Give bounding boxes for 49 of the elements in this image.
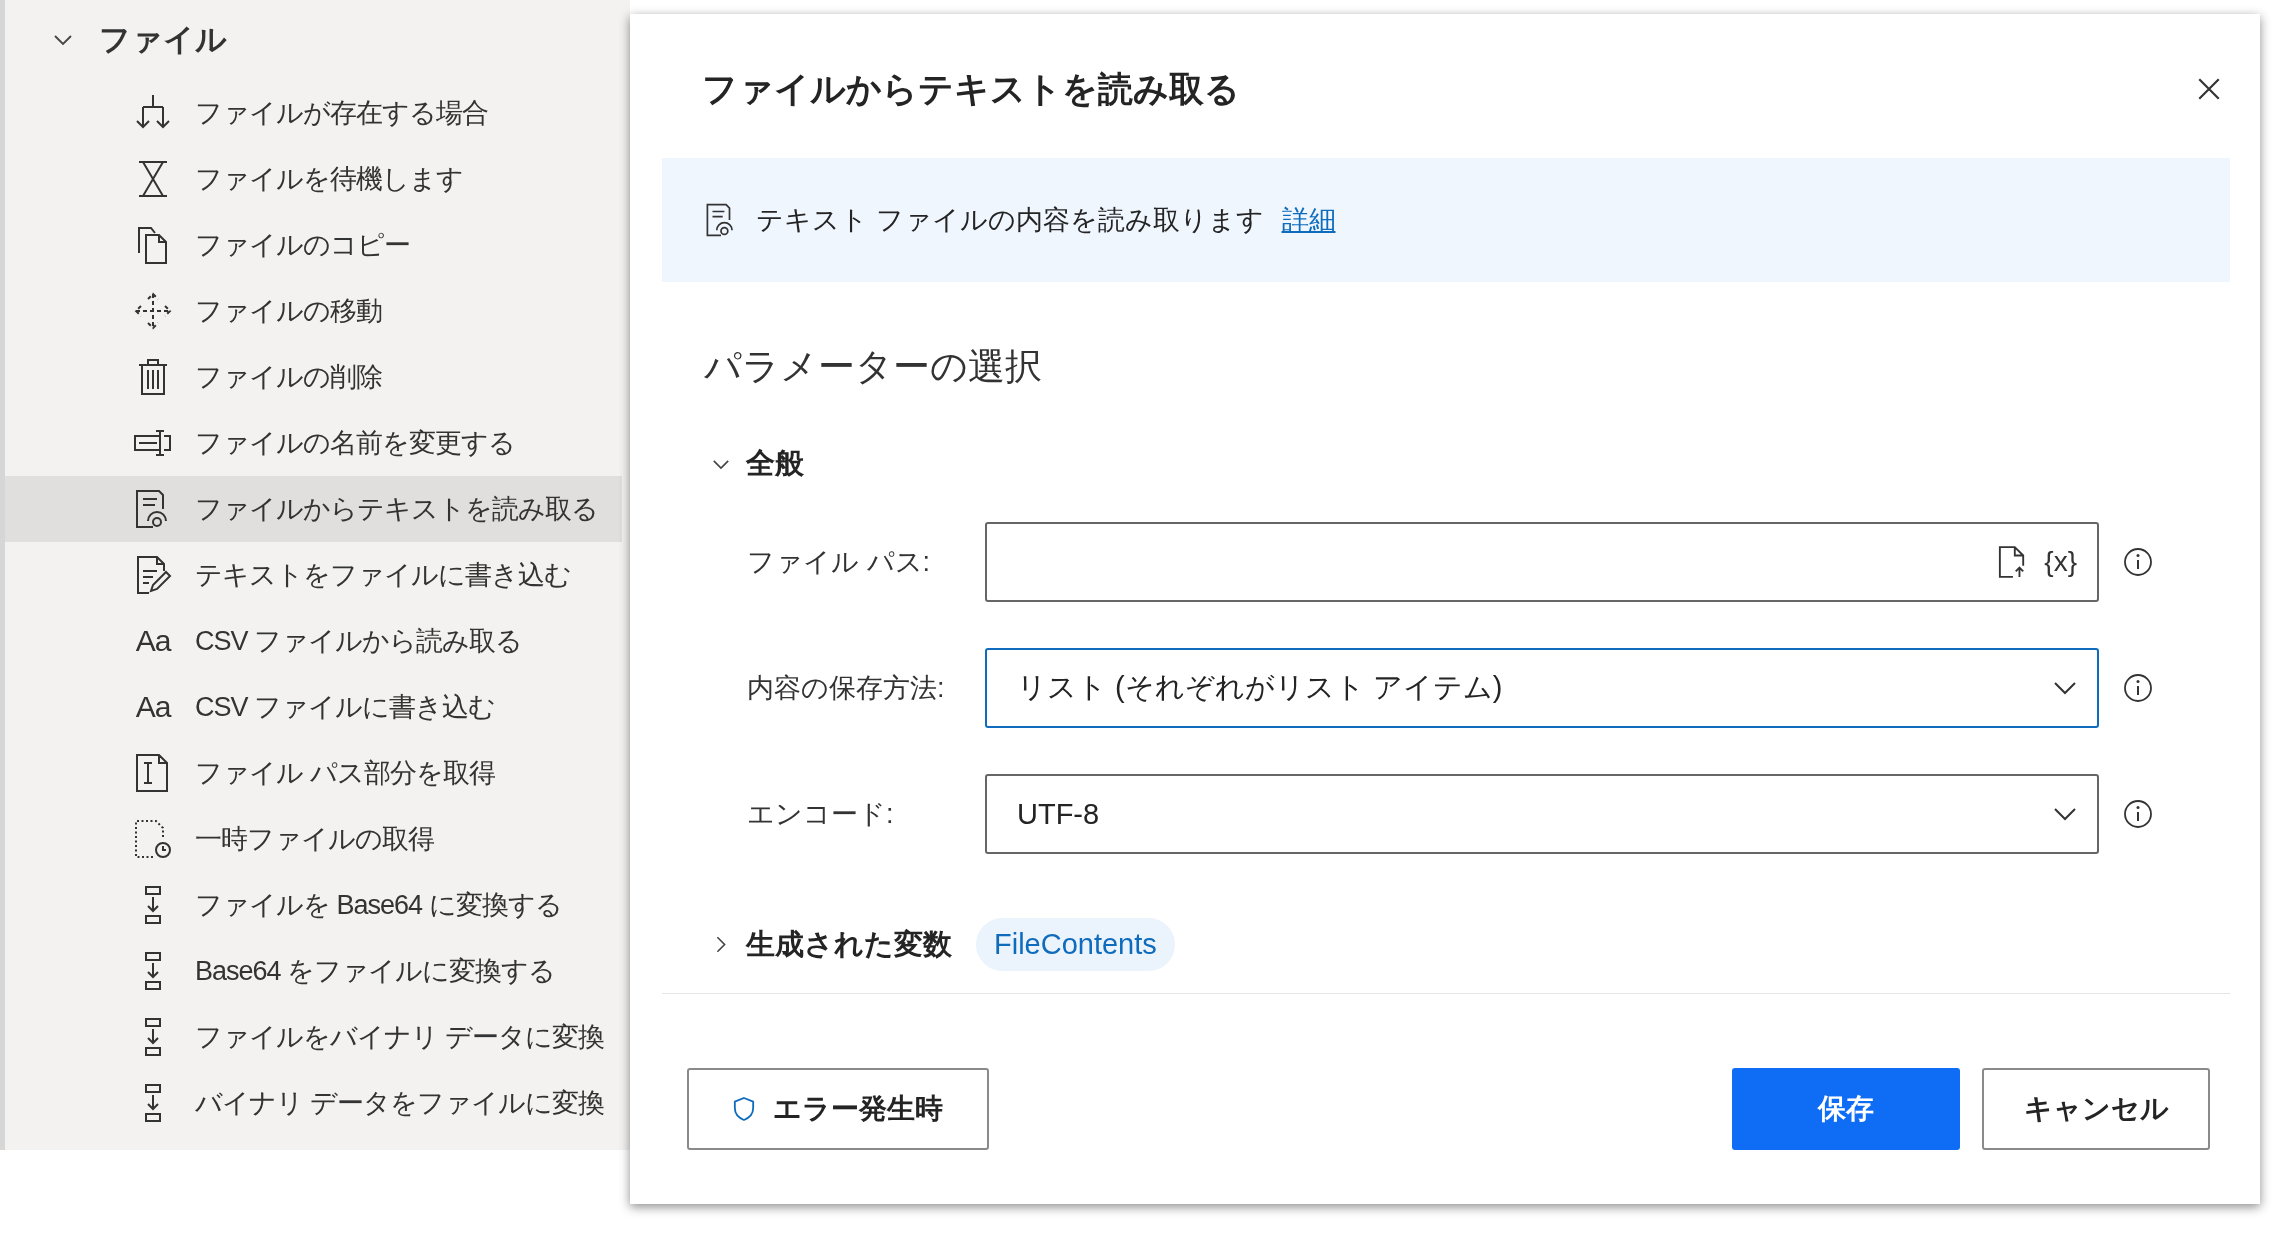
on-error-button[interactable]: エラー発生時 [687,1068,989,1150]
chevron-down-icon [2053,807,2077,821]
chevron-icon[interactable] [53,34,73,46]
action-item[interactable]: ファイルからテキストを読み取る [5,476,622,542]
file-upload-icon[interactable] [1998,545,2027,579]
action-item[interactable]: Aa CSV ファイルに書き込む [5,674,630,740]
save-button[interactable]: 保存 [1732,1068,1960,1150]
group-label[interactable]: 全般 [746,444,804,484]
temporary-file-icon [133,818,173,860]
chevron-icon[interactable] [712,458,730,470]
chevron-icon[interactable] [715,935,727,954]
section-heading: パラメーターの選択 [703,345,1043,389]
cancel-button[interactable]: キャンセル [1982,1068,2210,1150]
action-item[interactable]: ファイル パス部分を取得 [5,740,630,806]
action-item[interactable]: Aa CSV ファイルから読み取る [5,608,630,674]
chevron-down-icon [2053,681,2077,695]
action-item[interactable]: テキストをファイルに書き込む [5,542,630,608]
input-field[interactable]: {x} [985,522,2099,602]
dropdown-field[interactable]: リスト (それぞれがリスト アイテム) [985,648,2099,728]
group-label[interactable]: 生成された変数 [746,924,952,965]
action-item[interactable]: 一時ファイルの取得 [5,806,630,872]
action-item[interactable]: ファイルをバイナリ データに変換 [5,1004,630,1070]
insert-variable-button[interactable]: {x} [2044,546,2077,578]
description-text: テキスト ファイルの内容を読み取ります [756,204,1264,237]
action-item[interactable]: Base64 をファイルに変換する [5,938,630,1004]
dialog-title: ファイルからテキストを読み取る [702,67,1240,110]
text-style-icon: Aa [135,690,171,724]
details-link[interactable]: 詳細 [1281,202,1336,238]
action-item[interactable]: ファイルのコピー [5,212,630,278]
field-label: 内容の保存方法: [746,672,946,705]
action-item[interactable]: ファイルが存在する場合 [5,80,630,146]
variable-chip[interactable]: FileContents [976,918,1175,971]
action-item[interactable]: ファイルを待機します [5,146,630,212]
text-style-icon: Aa [135,624,171,658]
info-icon[interactable] [2123,799,2153,829]
action-item[interactable]: バイナリ データをファイルに変換 [5,1070,630,1136]
group-label[interactable]: ファイル [99,19,227,61]
field-label: ファイル パス: [746,546,931,579]
action-item[interactable]: ファイルの名前を変更する [5,410,630,476]
info-icon[interactable] [2123,547,2153,577]
action-item[interactable]: ファイルを Base64 に変換する [5,872,630,938]
move-icon [133,290,173,332]
close-icon [2196,76,2222,102]
info-icon[interactable] [2123,673,2153,703]
action-item[interactable]: ファイルの削除 [5,344,630,410]
field-label: エンコード: [746,798,895,831]
dropdown-field[interactable]: UTF-8 [985,774,2099,854]
action-item[interactable]: ファイルの移動 [5,278,630,344]
shield-icon [733,1096,755,1122]
